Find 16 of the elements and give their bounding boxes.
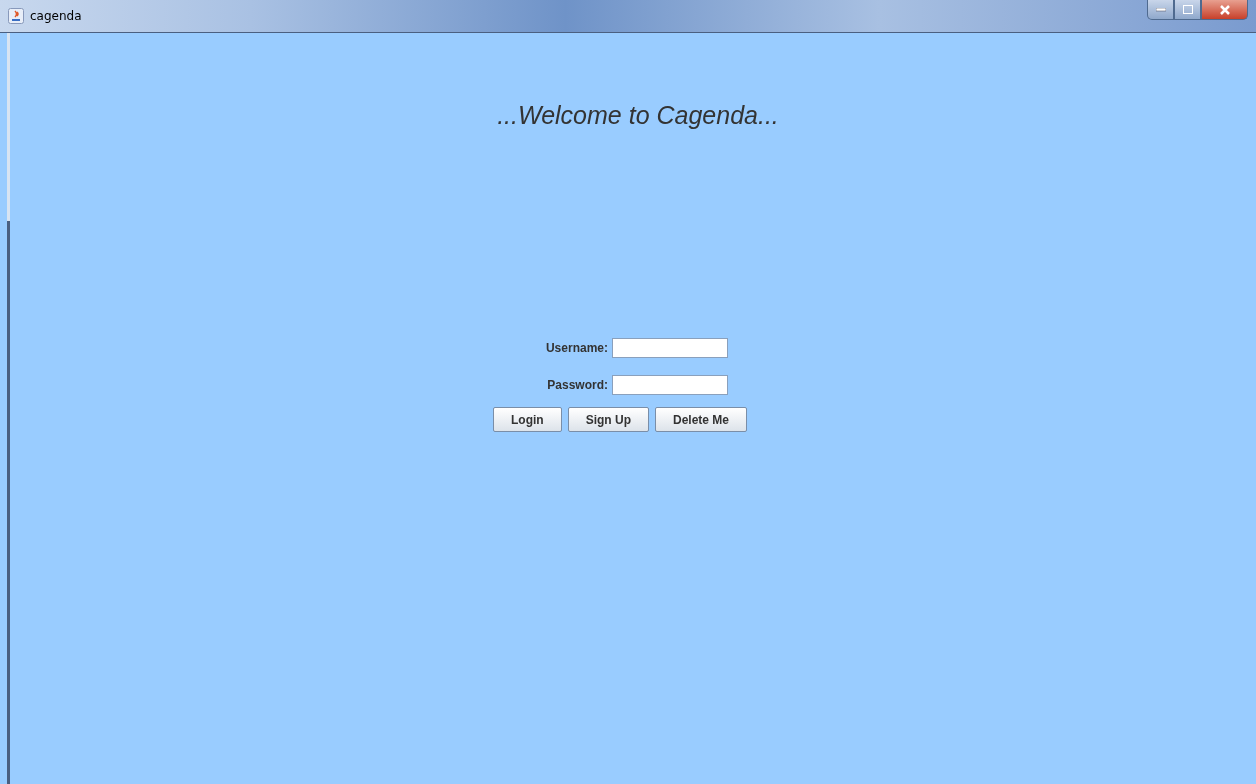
input-field[interactable] xyxy=(612,375,728,395)
field-label: Username: xyxy=(544,341,608,355)
app-icon xyxy=(8,8,24,24)
maximize-icon xyxy=(1182,5,1193,14)
field-label: Password: xyxy=(546,378,608,392)
minimize-icon xyxy=(1155,7,1166,12)
window-title: cagenda xyxy=(30,9,82,23)
input-field[interactable] xyxy=(612,338,728,358)
action-button[interactable]: Delete Me xyxy=(654,407,747,432)
close-button[interactable] xyxy=(1201,0,1248,20)
action-button[interactable]: Sign Up xyxy=(567,407,649,432)
welcome-heading: ...Welcome to Cagenda... xyxy=(497,101,779,130)
action-button[interactable]: Login xyxy=(493,407,562,432)
maximize-button[interactable] xyxy=(1174,0,1201,20)
close-icon xyxy=(1218,4,1231,15)
minimize-button[interactable] xyxy=(1147,0,1174,20)
